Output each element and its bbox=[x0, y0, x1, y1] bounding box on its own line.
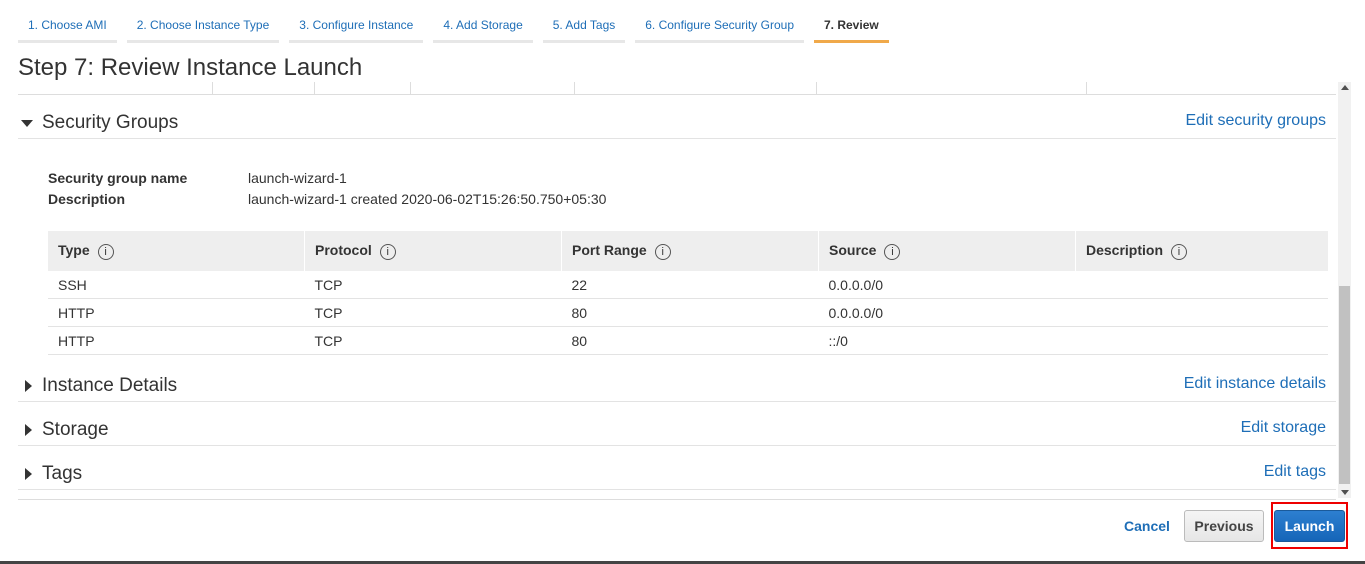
tags-title: Tags bbox=[42, 463, 83, 484]
security-group-name-label: Security group name bbox=[48, 170, 188, 186]
column-label: Type bbox=[58, 242, 90, 259]
edit-tags-link[interactable]: Edit tags bbox=[1264, 463, 1326, 481]
column-header-port-range: Port Range i bbox=[561, 231, 819, 271]
review-scroll-area: Security Groups Edit security groups Sec… bbox=[18, 82, 1336, 498]
tab-configure-security-group[interactable]: 6. Configure Security Group bbox=[635, 10, 804, 43]
column-header-protocol: Protocol i bbox=[304, 231, 562, 271]
info-icon[interactable]: i bbox=[884, 243, 901, 260]
cell-protocol: TCP bbox=[304, 271, 562, 299]
table-row: SSH TCP 22 0.0.0.0/0 bbox=[48, 271, 1328, 299]
scroll-up-arrow-icon[interactable] bbox=[1341, 85, 1349, 90]
cell-protocol: TCP bbox=[304, 326, 562, 355]
info-icon[interactable]: i bbox=[379, 243, 396, 260]
tab-choose-ami[interactable]: 1. Choose AMI bbox=[18, 10, 117, 43]
tab-review[interactable]: 7. Review bbox=[814, 10, 889, 43]
scroll-down-arrow-icon[interactable] bbox=[1341, 490, 1349, 495]
cell-type: HTTP bbox=[48, 326, 305, 355]
tab-choose-instance-type[interactable]: 2. Choose Instance Type bbox=[126, 10, 280, 43]
edit-storage-link[interactable]: Edit storage bbox=[1241, 419, 1326, 437]
cell-port-range: 80 bbox=[561, 298, 819, 327]
instance-details-title: Instance Details bbox=[42, 375, 178, 396]
vertical-scrollbar[interactable] bbox=[1338, 82, 1351, 498]
cell-description bbox=[1075, 326, 1328, 355]
tab-add-storage[interactable]: 4. Add Storage bbox=[433, 10, 533, 43]
security-groups-header[interactable]: Security Groups Edit security groups bbox=[18, 108, 1336, 139]
table-row: HTTP TCP 80 0.0.0.0/0 bbox=[48, 298, 1328, 327]
cell-protocol: TCP bbox=[304, 298, 562, 327]
description-label: Description bbox=[48, 191, 126, 207]
wizard-steps: 1. Choose AMI 2. Choose Instance Type 3.… bbox=[18, 10, 899, 43]
storage-title: Storage bbox=[42, 419, 109, 440]
column-label: Source bbox=[829, 242, 877, 259]
tab-add-tags[interactable]: 5. Add Tags bbox=[542, 10, 626, 43]
previous-button[interactable]: Previous bbox=[1184, 510, 1264, 542]
cell-source: ::/0 bbox=[818, 326, 1076, 355]
cell-source: 0.0.0.0/0 bbox=[818, 298, 1076, 327]
info-icon[interactable]: i bbox=[97, 243, 114, 260]
cell-port-range: 22 bbox=[561, 271, 819, 299]
info-icon[interactable]: i bbox=[654, 243, 671, 260]
cell-description bbox=[1075, 271, 1328, 299]
footer-divider bbox=[18, 499, 1336, 500]
caret-right-icon[interactable] bbox=[25, 380, 32, 392]
security-groups-title: Security Groups bbox=[42, 112, 179, 133]
tags-header[interactable]: Tags Edit tags bbox=[18, 459, 1336, 490]
column-header-source: Source i bbox=[818, 231, 1076, 271]
table-row: HTTP TCP 80 ::/0 bbox=[48, 326, 1328, 355]
tab-configure-instance[interactable]: 3. Configure Instance bbox=[289, 10, 424, 43]
launch-button[interactable]: Launch bbox=[1274, 510, 1345, 542]
description-value: launch-wizard-1 created 2020-06-02T15:26… bbox=[248, 191, 607, 207]
storage-header[interactable]: Storage Edit storage bbox=[18, 415, 1336, 446]
page-title: Step 7: Review Instance Launch bbox=[18, 54, 363, 81]
scrollbar-thumb[interactable] bbox=[1339, 286, 1350, 484]
edit-instance-details-link[interactable]: Edit instance details bbox=[1184, 375, 1326, 393]
column-header-type: Type i bbox=[48, 231, 305, 271]
info-icon[interactable]: i bbox=[1171, 243, 1188, 260]
column-label: Description bbox=[1086, 242, 1164, 259]
column-label: Protocol bbox=[315, 242, 372, 259]
cell-description bbox=[1075, 298, 1328, 327]
previous-table-bottom bbox=[18, 82, 1336, 95]
instance-details-header[interactable]: Instance Details Edit instance details bbox=[18, 371, 1336, 402]
cancel-link[interactable]: Cancel bbox=[1124, 518, 1170, 534]
security-group-name-value: launch-wizard-1 bbox=[248, 170, 347, 186]
edit-security-groups-link[interactable]: Edit security groups bbox=[1185, 112, 1326, 130]
cell-type: HTTP bbox=[48, 298, 305, 327]
security-rules-table: Type i Protocol i Port Range i Source i Desc… bbox=[48, 231, 1328, 355]
caret-right-icon[interactable] bbox=[25, 468, 32, 480]
column-header-description: Description i bbox=[1075, 231, 1328, 271]
column-label: Port Range bbox=[572, 242, 647, 259]
cell-port-range: 80 bbox=[561, 326, 819, 355]
caret-down-icon[interactable] bbox=[21, 120, 33, 127]
cell-source: 0.0.0.0/0 bbox=[818, 271, 1076, 299]
caret-right-icon[interactable] bbox=[25, 424, 32, 436]
cell-type: SSH bbox=[48, 271, 305, 299]
